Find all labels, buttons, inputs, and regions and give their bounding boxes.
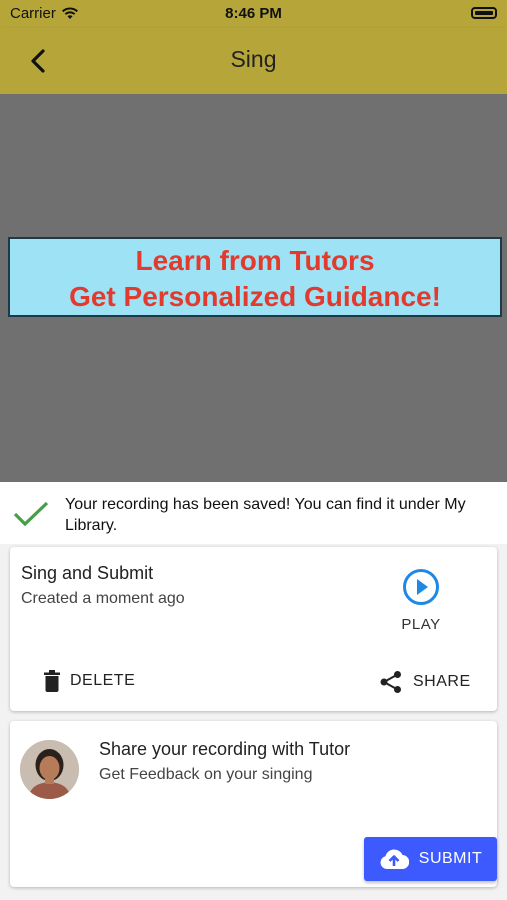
play-circle-icon <box>403 569 439 605</box>
promo-banner[interactable]: Learn from Tutors Get Personalized Guida… <box>8 237 502 317</box>
status-time: 8:46 PM <box>225 5 282 22</box>
recording-card: Sing and Submit Created a moment ago PLA… <box>10 547 497 711</box>
banner-line-1: Learn from Tutors <box>135 245 375 276</box>
share-label: SHARE <box>413 673 471 690</box>
tutor-subtitle: Get Feedback on your singing <box>99 766 313 783</box>
banner-line-2: Get Personalized Guidance! <box>69 281 441 312</box>
recording-title: Sing and Submit <box>21 563 154 583</box>
share-button[interactable]: SHARE <box>379 670 471 694</box>
banner-area: Learn from Tutors Get Personalized Guida… <box>0 94 507 482</box>
saved-notice: Your recording has been saved! You can f… <box>0 482 507 544</box>
saved-message: Your recording has been saved! You can f… <box>65 496 466 534</box>
trash-icon <box>44 670 60 692</box>
tutor-title: Share your recording with Tutor <box>99 739 351 759</box>
recording-subtitle: Created a moment ago <box>21 590 185 607</box>
status-bar: Carrier 8:46 PM <box>0 0 507 28</box>
page-title: Sing <box>230 46 277 72</box>
delete-button[interactable]: DELETE <box>44 670 135 692</box>
play-label: PLAY <box>401 616 441 633</box>
check-icon <box>13 501 49 527</box>
cloud-upload-icon <box>380 849 409 870</box>
battery-icon <box>471 7 497 19</box>
tutor-card: Share your recording with Tutor Get Feed… <box>10 721 497 887</box>
play-button[interactable]: PLAY <box>393 567 449 633</box>
submit-label: SUBMIT <box>418 850 483 867</box>
avatar <box>20 740 79 799</box>
person-photo <box>20 740 79 799</box>
share-icon <box>380 671 401 693</box>
app-bar: Sing <box>0 28 507 94</box>
submit-button[interactable]: SUBMIT <box>364 837 497 881</box>
delete-label: DELETE <box>70 672 136 689</box>
